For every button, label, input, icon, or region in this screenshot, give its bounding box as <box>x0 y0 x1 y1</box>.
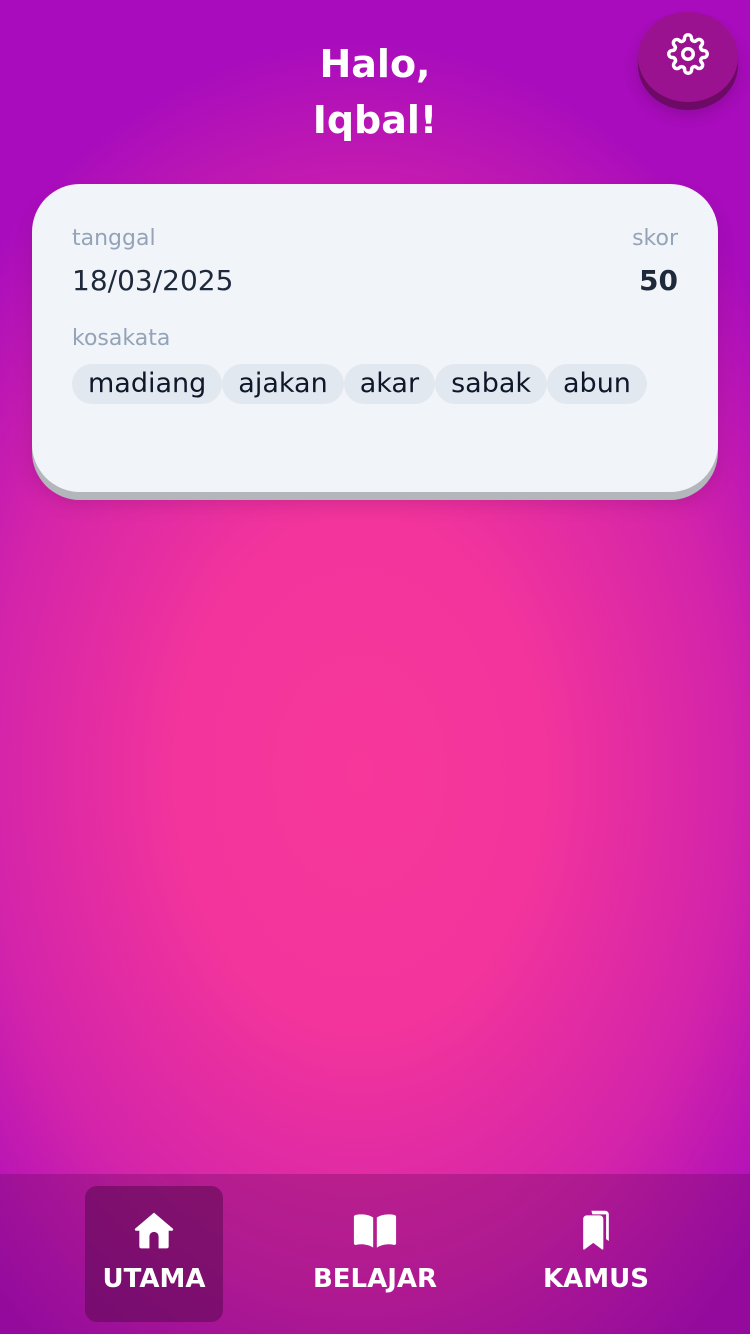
history-card[interactable]: tanggal 18/03/2025 skor 50 kosakata madi… <box>32 184 718 492</box>
score-label: skor <box>632 226 678 251</box>
nav-label-learn: BELAJAR <box>312 1264 438 1294</box>
nav-label-home: UTAMA <box>102 1264 206 1294</box>
bottom-nav: UTAMA BELAJAR KAMUS <box>0 1174 750 1334</box>
nav-label-dictionary: KAMUS <box>543 1264 649 1294</box>
user-name: Iqbal! <box>312 98 438 142</box>
vocab-chip: akar <box>343 364 436 404</box>
vocab-chip-list: madiang ajakan akar sabak abun <box>72 364 678 404</box>
score-value: 50 <box>639 264 678 297</box>
vocab-label: kosakata <box>72 326 171 351</box>
nav-item-home[interactable]: UTAMA <box>85 1186 223 1322</box>
vocab-chip: madiang <box>72 364 223 404</box>
book-icon <box>353 1214 397 1248</box>
vocab-chip: sabak <box>435 364 548 404</box>
vocab-chip: ajakan <box>222 364 344 404</box>
nav-item-learn[interactable]: BELAJAR <box>306 1186 444 1322</box>
greeting-line-1: Halo, <box>319 42 431 86</box>
home-icon <box>134 1212 174 1249</box>
vocab-chip: abun <box>547 364 647 404</box>
settings-button[interactable] <box>638 12 738 102</box>
date-label: tanggal <box>72 226 156 251</box>
nav-item-dictionary[interactable]: KAMUS <box>527 1186 665 1322</box>
bookmark-book-icon <box>583 1210 609 1250</box>
date-value: 18/03/2025 <box>72 264 234 297</box>
gear-icon <box>667 33 709 75</box>
